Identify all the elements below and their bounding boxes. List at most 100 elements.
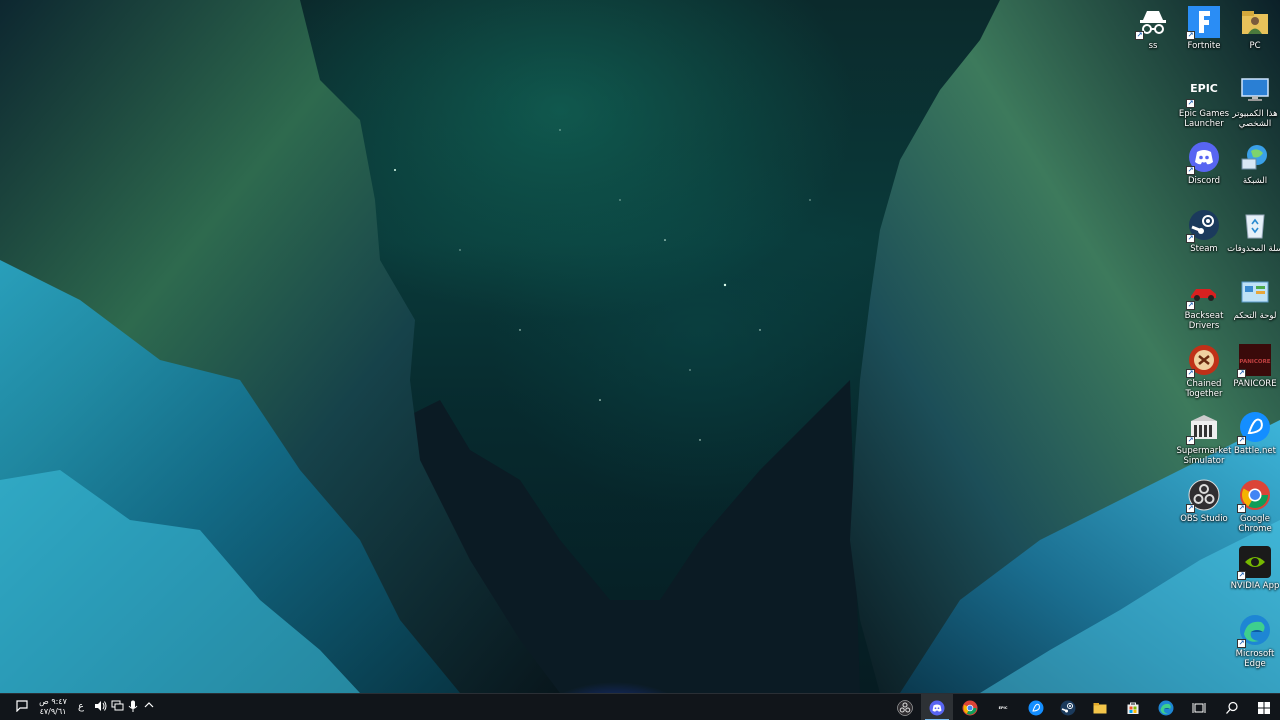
shortcut-arrow-icon: ↗ bbox=[1186, 98, 1195, 108]
desktop-icon-label: Fortnite bbox=[1187, 41, 1221, 51]
taskbar-button-epic[interactable]: EPIC bbox=[987, 694, 1019, 720]
taskbar-button-search[interactable] bbox=[1216, 694, 1248, 720]
desktop-icon-label: Discord bbox=[1188, 176, 1220, 186]
desktop-icon-label: Chained Together bbox=[1185, 378, 1223, 399]
desktop-wallpaper bbox=[0, 0, 1280, 693]
incognito-icon: ↗ bbox=[1135, 6, 1169, 40]
stars bbox=[394, 129, 811, 441]
shortcut-arrow-icon: ↗ bbox=[1186, 368, 1195, 378]
svg-text:EPIC: EPIC bbox=[999, 706, 1008, 710]
taskbar-button-steam[interactable] bbox=[1052, 694, 1084, 720]
battlenet-icon: ↗ bbox=[1237, 411, 1271, 445]
microphone-icon[interactable] bbox=[126, 700, 140, 714]
epic-games-icon: EPIC ↗ bbox=[1186, 74, 1220, 108]
shortcut-arrow-icon: ↗ bbox=[1186, 233, 1195, 243]
desktop-icon-recycle[interactable]: سلة المحذوفات bbox=[1227, 209, 1280, 254]
taskbar-button-chrome[interactable] bbox=[954, 694, 986, 720]
shortcut-arrow-icon: ↗ bbox=[1237, 571, 1246, 580]
taskbar-button-store[interactable] bbox=[1117, 694, 1149, 720]
desktop-icon-label: Backseat Drivers bbox=[1184, 311, 1224, 331]
shortcut-arrow-icon: ↗ bbox=[1186, 31, 1195, 40]
obs-icon: ↗ bbox=[1186, 479, 1220, 513]
search-icon bbox=[1224, 700, 1240, 716]
fortnite-icon: ↗ bbox=[1186, 6, 1220, 40]
clock[interactable]: ٩:٤٧ ص ٤٧/٩/٦١ bbox=[32, 697, 74, 717]
desktop-icon-discord[interactable]: ↗ Discord bbox=[1176, 141, 1232, 186]
language-indicator[interactable]: ع bbox=[74, 700, 88, 714]
nvidia-icon: ↗ bbox=[1237, 546, 1271, 580]
edge-icon bbox=[1158, 700, 1174, 716]
desktop-icon-pc[interactable]: PC bbox=[1227, 6, 1280, 51]
taskbar-button-taskview[interactable] bbox=[1183, 694, 1215, 720]
clock-time: ٩:٤٧ ص bbox=[39, 697, 67, 706]
control-panel-icon bbox=[1239, 276, 1271, 308]
discord-icon: ↗ bbox=[1186, 141, 1220, 175]
desktop-icon-battlenet[interactable]: ↗ Battle.net bbox=[1227, 411, 1280, 456]
desktop-icon-label: ss bbox=[1148, 41, 1158, 51]
chained-together-icon: ↗ bbox=[1186, 344, 1220, 378]
desktop-icon-this-pc[interactable]: هذا الكمبيوتر الشخصي bbox=[1227, 74, 1280, 129]
desktop-icon-backseat[interactable]: ↗ Backseat Drivers bbox=[1176, 276, 1232, 331]
desktop-icon-ss[interactable]: ↗ ss bbox=[1125, 6, 1181, 51]
desktop-icon-label: Supermarket Simulator bbox=[1176, 446, 1232, 466]
steam-icon bbox=[1060, 700, 1076, 716]
windows-start-icon bbox=[1256, 700, 1272, 716]
folder-icon bbox=[1092, 700, 1108, 716]
desktop-icon-chained[interactable]: ↗ Chained Together bbox=[1176, 344, 1232, 399]
network-globe-icon bbox=[1239, 141, 1271, 173]
desktop-icon-steam[interactable]: ↗ Steam bbox=[1176, 209, 1232, 254]
desktop-icon-label: Steam bbox=[1190, 243, 1218, 254]
desktop-icon-panicore[interactable]: PANICORE ↗ PANICORE bbox=[1227, 343, 1280, 389]
discord-icon bbox=[929, 700, 945, 716]
obs-icon bbox=[897, 699, 913, 716]
store-icon bbox=[1125, 700, 1141, 716]
taskbar-button-discord[interactable] bbox=[921, 694, 953, 720]
desktop-icon-fortnite[interactable]: ↗ Fortnite bbox=[1176, 6, 1232, 51]
computer-icon bbox=[1239, 74, 1271, 106]
task-view-icon bbox=[1191, 700, 1207, 716]
red-car-icon: ↗ bbox=[1186, 276, 1220, 310]
desktop-icon-chrome[interactable]: ↗ Google Chrome bbox=[1227, 479, 1280, 534]
shortcut-arrow-icon: ↗ bbox=[1186, 166, 1195, 175]
shortcut-arrow-icon: ↗ bbox=[1237, 436, 1246, 445]
wallpaper-canyon-image bbox=[0, 0, 1280, 693]
desktop-icon-label: OBS Studio bbox=[1180, 513, 1228, 524]
shortcut-arrow-icon: ↗ bbox=[1186, 503, 1195, 513]
shortcut-arrow-icon: ↗ bbox=[1135, 31, 1144, 40]
desktop-icon-label: Microsoft Edge bbox=[1235, 648, 1275, 669]
battlenet-icon bbox=[1028, 700, 1044, 716]
chrome-icon bbox=[962, 700, 978, 716]
chrome-icon: ↗ bbox=[1237, 479, 1271, 513]
show-hidden-icons-chevron-icon[interactable] bbox=[142, 700, 156, 714]
shortcut-arrow-icon: ↗ bbox=[1237, 368, 1246, 378]
taskbar-button-edge[interactable] bbox=[1150, 694, 1182, 720]
epic-games-icon: EPIC bbox=[995, 700, 1011, 716]
shortcut-arrow-icon: ↗ bbox=[1237, 503, 1246, 513]
desktop-icon-label: NVIDIA App bbox=[1230, 581, 1280, 591]
desktop-icon-edge[interactable]: ↗ Microsoft Edge bbox=[1227, 614, 1280, 669]
desktop-icon-control-panel[interactable]: لوحة التحكم bbox=[1227, 276, 1280, 321]
action-center-icon[interactable] bbox=[15, 700, 29, 714]
desktop-icon-network[interactable]: الشبكة bbox=[1227, 141, 1280, 186]
network-icon[interactable] bbox=[110, 700, 124, 714]
desktop-icon-epic[interactable]: EPIC ↗ Epic Games Launcher bbox=[1176, 74, 1232, 129]
volume-icon[interactable] bbox=[93, 700, 107, 714]
shortcut-arrow-icon: ↗ bbox=[1237, 638, 1246, 648]
desktop-icon-obs[interactable]: ↗ OBS Studio bbox=[1176, 479, 1232, 524]
taskbar-button-explorer[interactable] bbox=[1084, 694, 1116, 720]
desktop-icon-nvidia[interactable]: ↗ NVIDIA App bbox=[1227, 546, 1280, 591]
clock-date: ٤٧/٩/٦١ bbox=[39, 707, 67, 716]
shortcut-arrow-icon: ↗ bbox=[1186, 301, 1195, 310]
taskbar-button-battlenet[interactable] bbox=[1020, 694, 1052, 720]
desktop-icon-label: Epic Games Launcher bbox=[1178, 108, 1230, 129]
desktop-icon-supermarket[interactable]: ↗ Supermarket Simulator bbox=[1176, 411, 1232, 466]
recycle-bin-icon bbox=[1239, 209, 1271, 241]
steam-icon: ↗ bbox=[1186, 209, 1220, 243]
taskbar-button-start[interactable] bbox=[1248, 694, 1280, 720]
svg-text:EPIC: EPIC bbox=[1190, 82, 1218, 95]
svg-text:PANICORE: PANICORE bbox=[1239, 359, 1270, 365]
taskbar-button-obs[interactable] bbox=[889, 694, 921, 720]
supermarket-icon: ↗ bbox=[1186, 411, 1220, 445]
edge-icon: ↗ bbox=[1237, 614, 1271, 648]
taskbar: ٩:٤٧ ص ٤٧/٩/٦١ ع EPIC bbox=[0, 693, 1280, 720]
